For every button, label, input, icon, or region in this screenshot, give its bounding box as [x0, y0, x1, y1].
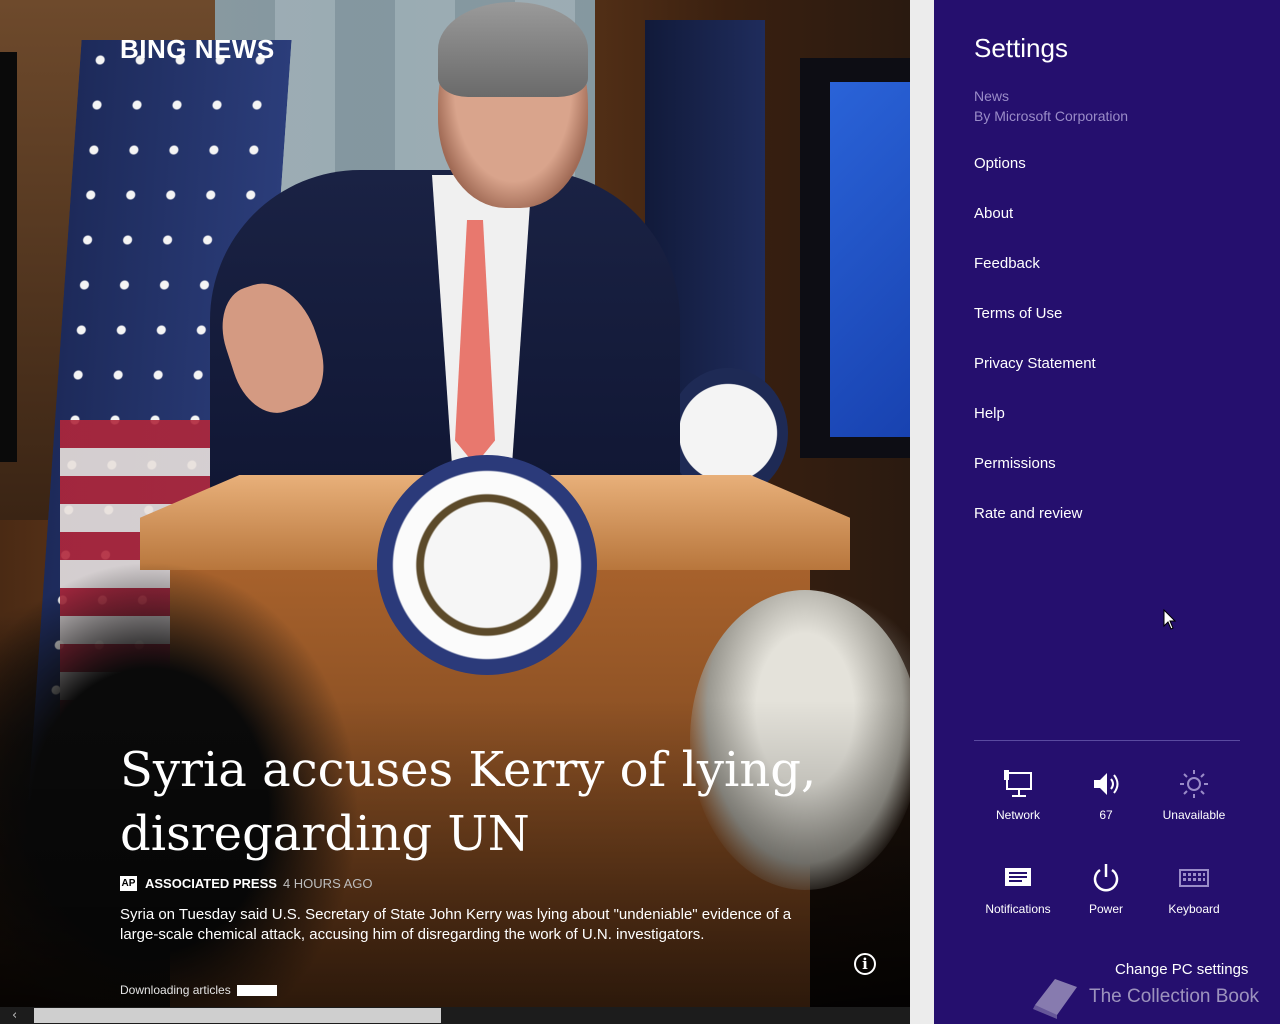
download-label: Downloading articles [120, 983, 231, 997]
settings-charm: Settings News By Microsoft Corporation O… [934, 0, 1280, 1024]
info-icon[interactable]: i [854, 953, 876, 975]
power-label: Power [1088, 902, 1123, 916]
photo-speaker-hair [438, 2, 588, 97]
notifications-icon [1005, 868, 1031, 886]
watermark: The Collection Book [1029, 975, 1259, 1019]
settings-menu: Options About Feedback Terms of Use Priv… [974, 154, 1096, 554]
app-title: BING NEWS [120, 34, 275, 64]
settings-app-name: News [974, 88, 1010, 104]
article-summary: Syria on Tuesday said U.S. Secretary of … [120, 906, 792, 943]
photo-state-seal [377, 455, 597, 675]
download-progress-fill [236, 984, 277, 996]
volume-icon [1094, 773, 1119, 795]
download-status: Downloading articles [120, 983, 277, 997]
power-icon [1093, 864, 1119, 892]
quick-settings: Network 67 Unavailable Notifications Pow… [974, 768, 1240, 916]
horizontal-scrollbar[interactable]: ‹ [0, 1007, 910, 1024]
settings-divider [974, 740, 1240, 741]
keyboard-label: Keyboard [1168, 902, 1220, 916]
menu-item-terms[interactable]: Terms of Use [974, 304, 1096, 354]
settings-title: Settings [974, 33, 1068, 63]
notifications-button[interactable]: Notifications [974, 862, 1062, 916]
menu-item-feedback[interactable]: Feedback [974, 254, 1096, 304]
source-logo-icon: AP [120, 876, 137, 891]
photo-left-screen [0, 52, 17, 462]
settings-app-info: News By Microsoft Corporation [974, 86, 1128, 126]
mouse-cursor-icon [1163, 609, 1177, 630]
menu-item-about[interactable]: About [974, 204, 1096, 254]
panel-gap [910, 0, 934, 1024]
network-icon [1004, 770, 1032, 797]
brightness-button[interactable]: Unavailable [1150, 768, 1238, 822]
article-source: AP ASSOCIATED PRESS 4 HOURS AGO [120, 876, 373, 891]
download-progress-bar [236, 984, 277, 996]
photo-screen-map [830, 82, 910, 437]
keyboard-button[interactable]: Keyboard [1150, 862, 1238, 916]
network-button[interactable]: Network [974, 768, 1062, 822]
article-headline[interactable]: Syria accuses Kerry of lying, disregardi… [120, 738, 840, 866]
menu-item-help[interactable]: Help [974, 404, 1096, 454]
scrollbar-thumb[interactable] [34, 1008, 441, 1023]
source-name: ASSOCIATED PRESS [145, 876, 277, 891]
menu-item-privacy[interactable]: Privacy Statement [974, 354, 1096, 404]
menu-item-options[interactable]: Options [974, 154, 1096, 204]
source-time: 4 HOURS AGO [282, 876, 373, 891]
book-icon [1033, 979, 1077, 1019]
brightness-icon [1180, 770, 1208, 798]
settings-app-publisher: By Microsoft Corporation [974, 108, 1129, 124]
volume-button[interactable]: 67 [1062, 768, 1150, 822]
news-hero: BING NEWS Syria accuses Kerry of lying, … [0, 0, 910, 1024]
scroll-left-icon[interactable]: ‹ [12, 1007, 17, 1024]
volume-label: 67 [1099, 808, 1113, 822]
power-button[interactable]: Power [1062, 862, 1150, 916]
keyboard-icon [1179, 869, 1209, 887]
menu-item-rate-review[interactable]: Rate and review [974, 504, 1096, 554]
network-label: Network [995, 808, 1040, 822]
watermark-text: The Collection Book [1089, 986, 1260, 1007]
menu-item-permissions[interactable]: Permissions [974, 454, 1096, 504]
info-glyph: i [862, 955, 868, 973]
brightness-label: Unavailable [1162, 808, 1226, 822]
notifications-label: Notifications [985, 902, 1051, 916]
